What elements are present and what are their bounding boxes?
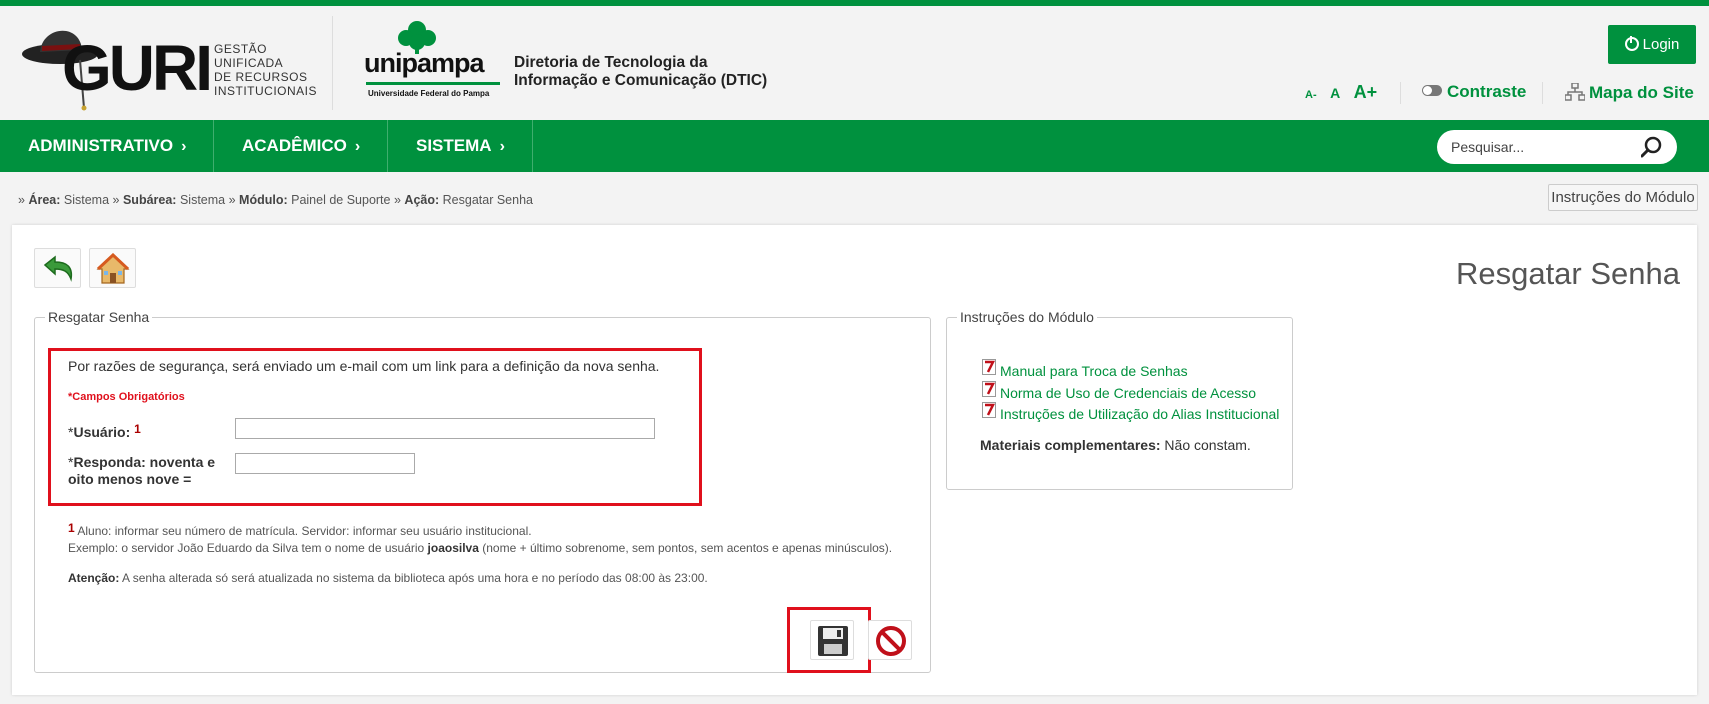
save-button[interactable] (810, 620, 854, 660)
guri-subtitle: GESTÃO UNIFICADA DE RECURSOS INSTITUCION… (214, 42, 318, 98)
usuario-input[interactable] (235, 418, 655, 439)
tools-separator (1542, 82, 1543, 104)
footnote-text: 1 Aluno: informar seu número de matrícul… (68, 521, 532, 538)
tools-separator (1400, 82, 1401, 104)
back-arrow-icon (43, 255, 73, 282)
module-instructions-button[interactable]: Instruções do Módulo (1548, 184, 1698, 211)
login-button[interactable]: Login (1608, 25, 1696, 64)
pdf-icon (982, 359, 996, 375)
breadcrumb-item: Painel de Suporte (291, 193, 391, 207)
header-divider (332, 16, 333, 110)
instruction-link[interactable]: Norma de Uso de Credenciais de Acesso (1000, 386, 1256, 400)
pdf-icon (982, 402, 996, 418)
nav-item-sistema[interactable]: SISTEMA › (388, 120, 533, 172)
instruction-link[interactable]: Manual para Troca de Senhas (1000, 364, 1188, 378)
font-size-tools: A- A A+ (1305, 82, 1386, 103)
usuario-label: *Usuário: 1 (68, 422, 141, 440)
page-title: Resgatar Senha (1455, 256, 1680, 291)
contrast-toggle[interactable]: Contraste (1422, 83, 1526, 100)
chevron-right-icon: › (354, 138, 361, 155)
font-decrease-button[interactable]: A- (1305, 89, 1317, 101)
breadcrumb: » Área: Sistema » Subárea: Sistema » Mód… (18, 193, 533, 207)
unipampa-underline (366, 82, 500, 85)
captcha-label: *Responda: noventa e oito menos nove = (68, 454, 216, 487)
captcha-input[interactable] (235, 453, 415, 474)
breadcrumb-item: Resgatar Senha (442, 193, 533, 207)
breadcrumb-item: Sistema (63, 193, 110, 207)
toggle-icon (1422, 85, 1442, 96)
cancel-button[interactable] (868, 620, 912, 660)
floppy-disk-icon (818, 626, 848, 656)
search-box (1437, 130, 1677, 164)
attention-text: Atenção: A senha alterada só será atuali… (68, 571, 708, 585)
intro-text: Por razões de segurança, será enviado um… (68, 358, 660, 374)
materials-text: Materiais complementares: Não constam. (980, 437, 1251, 453)
unipampa-logo[interactable]: unipampa Universidade Federal do Pampa (364, 20, 504, 110)
form-legend: Resgatar Senha (48, 309, 150, 325)
nav-item-academico[interactable]: ACADÊMICO › (214, 120, 388, 172)
pdf-icon (982, 381, 996, 397)
unipampa-wordmark: unipampa (364, 48, 485, 78)
sitemap-link[interactable]: Mapa do Site (1564, 82, 1694, 101)
example-text: Exemplo: o servidor João Eduardo da Silv… (68, 541, 893, 555)
chevron-right-icon: › (499, 138, 505, 155)
search-input[interactable] (1451, 136, 1631, 158)
guri-logo[interactable]: GURI GESTÃO UNIFICADA DE RECURSOS INSTIT… (22, 20, 322, 112)
instructions-legend: Instruções do Módulo (960, 309, 1094, 325)
required-note: *Campos Obrigatórios (68, 391, 185, 403)
magnifier-icon[interactable] (1641, 136, 1663, 158)
nav-item-administrativo[interactable]: ADMINISTRATIVO › (0, 120, 214, 172)
font-increase-button[interactable]: A+ (1354, 82, 1378, 102)
breadcrumb-item: Sistema (179, 193, 226, 207)
header: GURI GESTÃO UNIFICADA DE RECURSOS INSTIT… (0, 6, 1709, 120)
guri-wordmark: GURI (62, 32, 213, 104)
dtic-title: Diretoria de Tecnologia da Informação e … (514, 54, 768, 89)
back-button[interactable] (34, 248, 81, 288)
power-icon (1624, 36, 1639, 51)
font-normal-button[interactable]: A (1330, 85, 1340, 101)
cancel-icon (876, 626, 906, 656)
home-icon (96, 253, 130, 284)
chevron-right-icon: › (181, 138, 187, 155)
sitemap-icon (1564, 82, 1586, 101)
unipampa-subtitle: Universidade Federal do Pampa (368, 89, 490, 98)
home-button[interactable] (89, 248, 136, 288)
instruction-link[interactable]: Instruções de Utilização do Alias Instit… (1000, 407, 1279, 421)
